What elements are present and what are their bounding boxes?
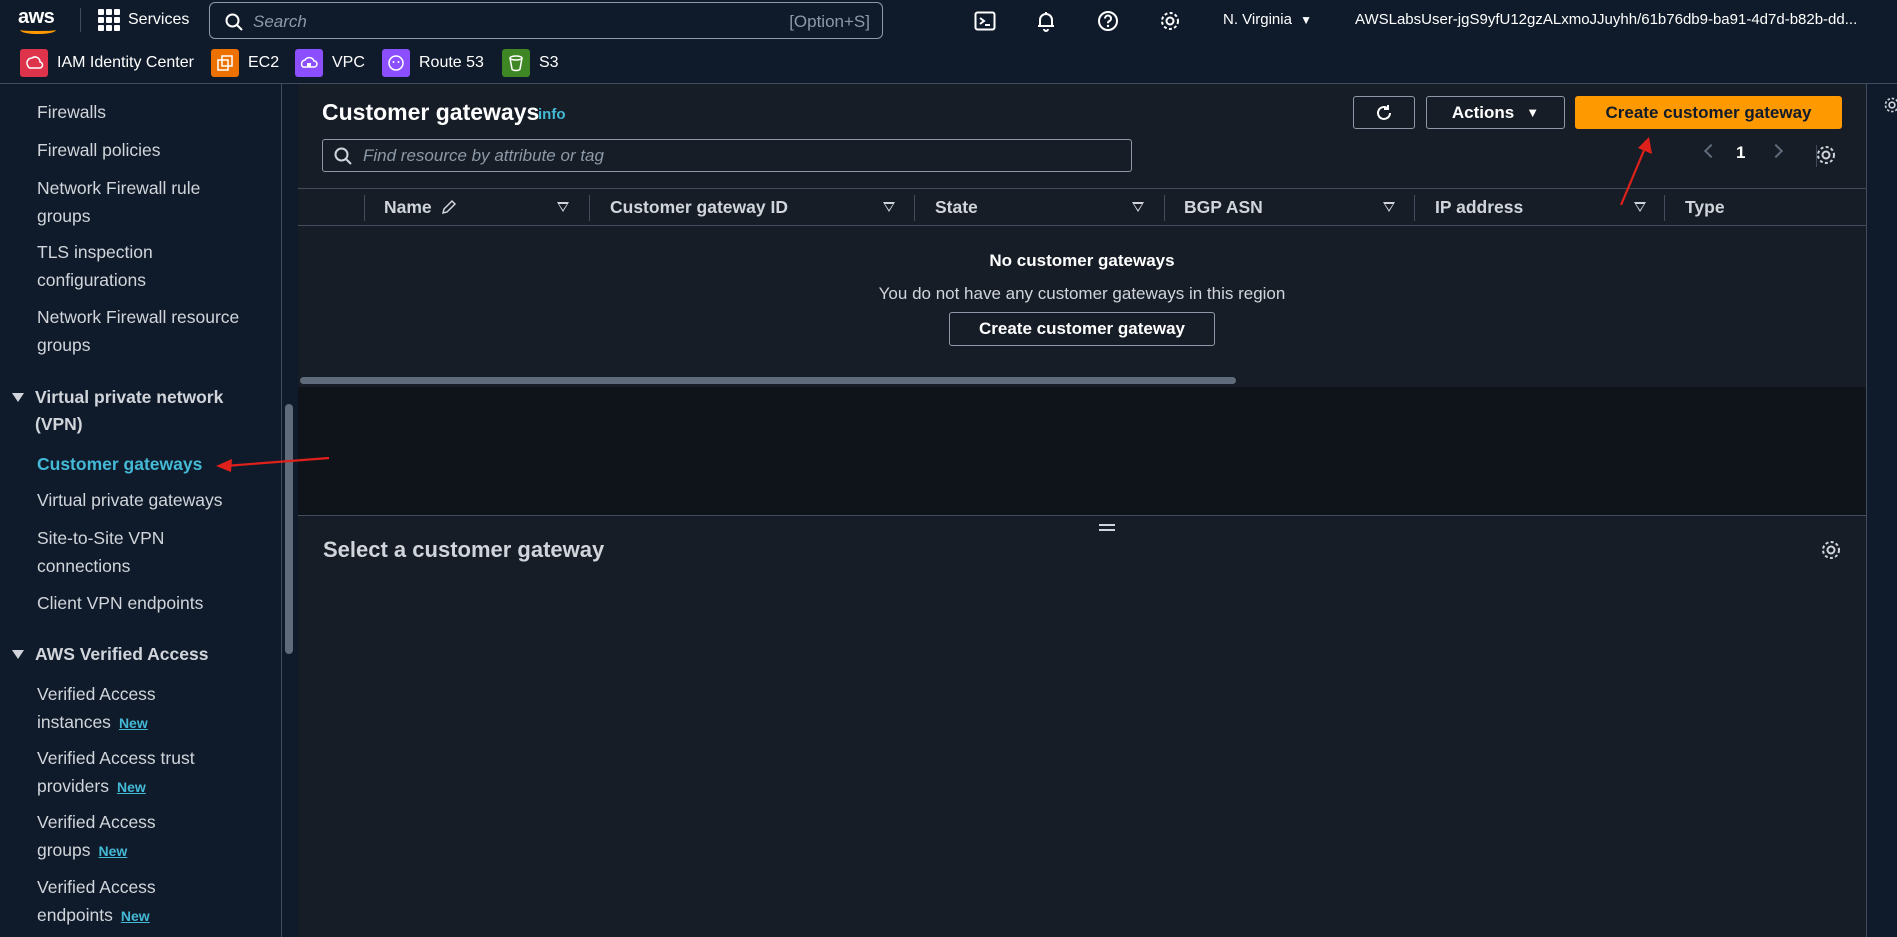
actions-dropdown[interactable]: Actions ▼ — [1426, 96, 1565, 129]
sort-icon[interactable] — [883, 202, 895, 212]
sidebar-item-site-to-site-vpn[interactable]: Site-to-Site VPN connections — [37, 524, 257, 580]
sidebar-item-verified-access-endpoints[interactable]: Verified Access endpoints New — [37, 873, 197, 930]
table-header: Name Customer gateway ID State BGP ASN I… — [298, 188, 1866, 226]
column-header-bgp-asn[interactable]: BGP ASN — [1184, 197, 1263, 218]
sidebar-item-client-vpn-endpoints[interactable]: Client VPN endpoints — [37, 589, 257, 617]
sidebar-section-label: Virtual private network (VPN) — [35, 387, 224, 434]
grid-icon — [98, 9, 120, 31]
settings-gear-icon[interactable] — [1159, 10, 1181, 32]
new-badge: New — [98, 843, 128, 859]
aws-logo-text: aws — [18, 6, 55, 28]
bell-icon[interactable] — [1035, 10, 1057, 32]
sidebar-item-firewall-policies[interactable]: Firewall policies — [37, 136, 257, 164]
region-selector[interactable]: N. Virginia ▼ — [1223, 11, 1312, 28]
sort-icon[interactable] — [1383, 202, 1395, 212]
search-input[interactable]: Search [Option+S] — [209, 2, 883, 39]
sidebar-section-label: AWS Verified Access — [35, 644, 209, 664]
sidebar-item-customer-gateways[interactable]: Customer gateways — [37, 450, 257, 478]
favorite-label: EC2 — [248, 54, 280, 71]
new-badge: New — [120, 908, 150, 924]
edit-pencil-icon — [441, 199, 456, 215]
sidebar-item-network-firewall-resource-groups[interactable]: Network Firewall resource groups — [37, 303, 257, 359]
search-icon — [225, 13, 243, 31]
account-label: AWSLabsUser-jgS9yfU12gzALxmoJJuyhh/61b76… — [1355, 11, 1858, 28]
refresh-icon — [1377, 104, 1391, 120]
sidebar-item-network-firewall-rule-groups[interactable]: Network Firewall rule groups — [37, 174, 257, 230]
page-number[interactable]: 1 — [1736, 143, 1745, 163]
sidebar-item-label: Verified Access trust providers — [37, 748, 195, 796]
caret-down-icon — [12, 650, 24, 659]
favorites-bar: IAM Identity Center EC2 VPC Route 53 S3 — [0, 42, 1897, 84]
table-preferences-gear-icon[interactable] — [1815, 144, 1837, 166]
s3-icon — [502, 49, 530, 77]
search-shortcut: [Option+S] — [789, 12, 870, 31]
empty-state-title: No customer gateways — [989, 251, 1175, 270]
page-title: Customer gateways — [322, 99, 540, 125]
sort-icon[interactable] — [557, 202, 569, 212]
aws-logo[interactable]: aws — [18, 6, 62, 36]
split-panel-title: Select a customer gateway — [323, 537, 605, 562]
ec2-icon — [211, 49, 239, 77]
vpc-icon — [295, 49, 323, 77]
sidebar-item-label: Verified Access groups — [37, 812, 156, 860]
favorite-vpc[interactable]: VPC — [295, 49, 365, 77]
route53-icon — [382, 49, 410, 77]
table-horizontal-scrollbar[interactable] — [300, 377, 1236, 384]
sort-icon[interactable] — [1132, 202, 1144, 212]
iam-identity-center-icon — [20, 49, 48, 77]
caret-down-icon — [12, 393, 24, 402]
favorite-s3[interactable]: S3 — [502, 49, 559, 77]
services-label: Services — [128, 11, 190, 28]
services-menu-button[interactable]: Services — [98, 9, 189, 31]
sidebar-item-tls-inspection-configurations[interactable]: TLS inspection configurations — [37, 238, 257, 294]
column-header-ip-address[interactable]: IP address — [1435, 197, 1523, 218]
column-header-type[interactable]: Type — [1685, 197, 1725, 218]
favorite-label: VPC — [332, 54, 365, 71]
actions-label: Actions — [1451, 102, 1515, 122]
refresh-button[interactable] — [1353, 96, 1415, 129]
caret-down-icon: ▼ — [1526, 105, 1540, 120]
sidebar-section-vpn[interactable]: Virtual private network (VPN) — [12, 384, 262, 438]
new-badge: New — [116, 779, 146, 795]
column-header-state[interactable]: State — [935, 197, 978, 218]
sidebar-item-firewalls[interactable]: Firewalls — [37, 98, 257, 126]
help-icon[interactable] — [1097, 10, 1119, 32]
sidebar-item-verified-access-instances[interactable]: Verified Access instances New — [37, 680, 197, 737]
column-label: Name — [384, 197, 432, 217]
sidebar-item-verified-access-groups[interactable]: Verified Access groups New — [37, 808, 197, 865]
sidebar-scrollbar[interactable] — [285, 404, 293, 654]
caret-down-icon: ▼ — [1300, 13, 1312, 27]
sort-icon[interactable] — [1634, 202, 1646, 212]
empty-create-customer-gateway-button[interactable]: Create customer gateway — [949, 312, 1215, 346]
column-header-customer-gateway-id[interactable]: Customer gateway ID — [610, 197, 788, 218]
split-panel-settings-gear-icon[interactable] — [1820, 539, 1842, 561]
split-panel-gap — [298, 387, 1866, 515]
favorite-label: IAM Identity Center — [57, 54, 194, 71]
top-navigation: aws Services Search [Option+S] N. Virgin… — [0, 0, 1897, 42]
sidebar-item-virtual-private-gateways[interactable]: Virtual private gateways — [37, 486, 257, 514]
region-label: N. Virginia — [1223, 11, 1292, 28]
find-resource-input[interactable]: Find resource by attribute or tag — [322, 139, 1132, 172]
info-link[interactable]: info — [538, 106, 566, 123]
find-resource-placeholder: Find resource by attribute or tag — [363, 146, 604, 165]
new-badge: New — [118, 715, 148, 731]
cloudshell-icon[interactable] — [974, 10, 996, 32]
sidebar-section-verified-access[interactable]: AWS Verified Access — [12, 641, 262, 668]
favorite-label: Route 53 — [419, 54, 484, 71]
favorite-label: S3 — [539, 54, 559, 71]
favorite-ec2[interactable]: EC2 — [211, 49, 279, 77]
sidebar-item-verified-access-trust-providers[interactable]: Verified Access trust providers New — [37, 744, 217, 801]
favorite-route53[interactable]: Route 53 — [382, 49, 484, 77]
tools-gear-icon[interactable] — [1883, 96, 1897, 114]
account-menu[interactable]: AWSLabsUser-jgS9yfU12gzALxmoJJuyhh/61b76… — [1355, 11, 1895, 28]
right-tools-rail — [1866, 84, 1897, 937]
search-icon — [334, 147, 352, 165]
split-panel-resize-handle[interactable] — [1099, 524, 1115, 534]
search-placeholder: Search — [253, 12, 307, 31]
empty-state-description: You do not have any customer gateways in… — [878, 284, 1286, 303]
column-header-name[interactable]: Name — [384, 197, 457, 218]
detail-split-panel — [298, 516, 1866, 937]
favorite-iam-identity-center[interactable]: IAM Identity Center — [20, 49, 194, 77]
create-customer-gateway-button[interactable]: Create customer gateway — [1575, 96, 1842, 129]
